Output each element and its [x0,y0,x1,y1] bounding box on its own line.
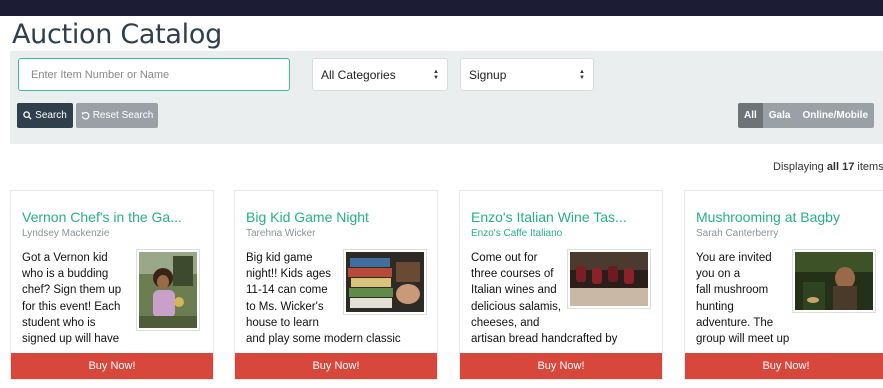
item-title[interactable]: Mushrooming at Bagby [696,209,840,225]
description-line: artisan bread handcrafted by [471,333,618,346]
description-line: who is a budding [22,268,109,281]
filter-gala[interactable]: Gala [762,103,797,128]
auction-item-card: Vernon Chef's in the Ga... Lyndsey Macke… [10,190,214,380]
forest-mushroom-photo-icon[interactable] [792,249,876,313]
results-all-word: all [826,161,840,173]
buy-now-button[interactable]: Buy Now! [460,353,662,379]
item-donor: Lyndsey Mackenzie [22,228,110,239]
category-select[interactable]: All Categories ▲ ▼ [312,58,448,91]
description-line: group will meet up at [696,333,790,346]
auction-item-card: Big Kid Game Night Tarehna Wicker Big ki… [234,190,438,380]
reset-search-button[interactable]: Reset Search [76,103,158,128]
reset-button-label: Reset Search [92,110,154,121]
search-button-label: Search [35,110,67,121]
reset-icon [81,111,90,120]
results-prefix: Displaying [773,161,824,173]
description-line: student who is [22,316,96,329]
page-title: Auction Catalog [12,19,222,50]
item-description: You are invited you on a fall mushroom h… [696,250,796,347]
item-donor: Sarah Canterberry [696,228,779,239]
filter-all[interactable]: All [738,103,763,128]
description-line: You are invited [696,252,772,264]
description-line: chef? Sign them up [22,284,122,297]
child-garden-photo-icon[interactable] [136,249,200,331]
search-button[interactable]: Search [17,103,73,128]
results-suffix: items [857,161,883,173]
description-line: Got a Vernon kid [22,252,108,264]
item-description: Got a Vernon kid who is a budding chef? … [22,250,142,347]
category-select-value: All Categories [321,67,396,82]
item-title[interactable]: Big Kid Game Night [246,209,369,225]
description-line: and play some modern classic [246,333,401,346]
signup-select[interactable]: Signup ▲ ▼ [460,58,594,91]
filter-panel: All Categories ▲▼ Signup ▲▼ Search Reset… [10,51,883,144]
board-games-photo-icon[interactable] [343,249,427,315]
buy-now-button[interactable]: Buy Now! [685,353,883,379]
item-title[interactable]: Vernon Chef's in the Ga... [22,209,182,225]
description-line: hunting [696,300,734,313]
description-line: signed up will have [22,333,120,346]
search-icon [23,111,32,120]
wine-glasses-photo-icon[interactable] [567,249,651,309]
description-line: for this event! Each [22,300,121,313]
buy-now-button[interactable]: Buy Now! [11,353,213,379]
filter-online-mobile[interactable]: Online/Mobile [796,103,875,128]
signup-select-value: Signup [469,67,507,82]
results-count-number: 17 [842,161,855,173]
auction-type-filter: All Gala Online/Mobile [738,103,875,128]
select-arrows-icon: ▲ ▼ [433,68,439,81]
description-line: you on a [696,268,741,281]
top-bar [0,0,883,16]
search-input[interactable] [18,58,290,91]
select-arrows-icon: ▲ ▼ [579,68,585,81]
description-line: cheeses, and [471,316,540,329]
description-line: fall mushroom [696,284,769,297]
item-donor-link[interactable]: Enzo's Caffe Italiano [471,228,562,239]
auction-item-card: Mushrooming at Bagby Sarah Canterberry Y… [684,190,883,380]
item-donor: Tarehna Wicker [246,228,316,239]
description-line: house to learn [246,316,319,329]
auction-item-card: Enzo's Italian Wine Tas... Enzo's Caffe … [459,190,663,380]
buy-now-button[interactable]: Buy Now! [235,353,437,379]
description-line: adventure. The [696,316,774,329]
results-count: Displaying all 17 items [773,161,883,173]
item-title[interactable]: Enzo's Italian Wine Tas... [471,209,627,225]
